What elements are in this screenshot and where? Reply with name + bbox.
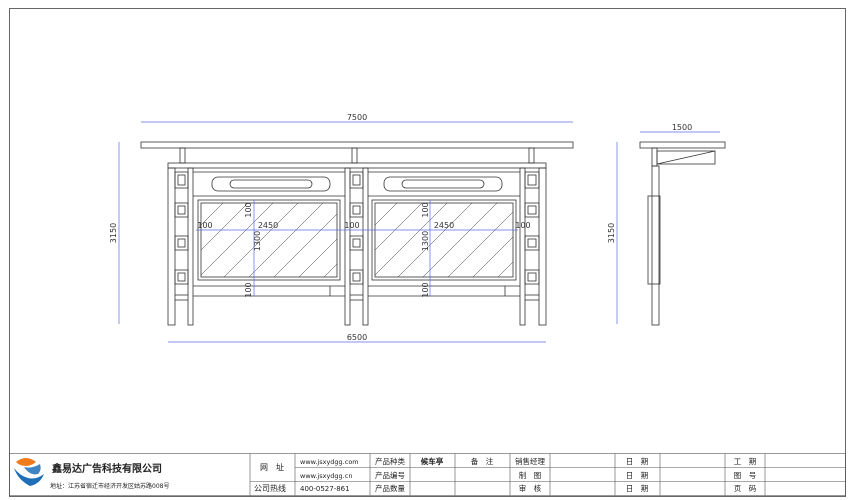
company-name: 鑫易达广告科技有限公司 (51, 462, 162, 475)
label-hotline: 公司热线 (254, 483, 286, 493)
dim-panel-height-right: 1300 (421, 231, 430, 251)
value-website-1: www.jsxydgg.com (300, 458, 359, 466)
side-elevation (639, 141, 726, 326)
lattice-mid (349, 171, 364, 301)
label-website: 网 址 (260, 462, 284, 472)
lattice-right (524, 171, 540, 301)
dim-panel-width-right: 2450 (434, 221, 454, 230)
value-hotline: 400-0527-861 (300, 485, 350, 493)
label-date-2: 日 期 (626, 471, 649, 480)
dim-100-top-right: 100 (421, 202, 430, 217)
column (187, 167, 194, 326)
label-product-code: 产品编号 (375, 470, 405, 480)
dim-panel-height-left: 1300 (253, 231, 262, 251)
value-website-2: www.jsxydgg.cn (300, 472, 352, 480)
dim-100-left: 100 (197, 221, 212, 230)
front-elevation (140, 141, 574, 326)
label-drafting: 制 图 (519, 470, 542, 480)
dim-100-top-left: 100 (244, 202, 253, 217)
column (519, 167, 526, 326)
dim-100-bottom-right: 100 (421, 282, 430, 297)
glass-hatch-left (200, 202, 338, 278)
drawing-sheet: 7500 6500 3150 2450 2450 1300 1300 100 1… (9, 8, 846, 497)
dim-bottom-width: 6500 (347, 333, 367, 342)
value-product-type: 候车亭 (421, 456, 444, 466)
column (538, 167, 547, 326)
column (167, 167, 176, 326)
column (344, 167, 351, 326)
label-product-qty: 产品数量 (375, 483, 405, 493)
glass-hatch-right (374, 202, 514, 278)
company-address: 地址：江苏省宿迁市经济开发区姑苏路008号 (50, 482, 169, 490)
lattice-left (174, 171, 189, 301)
dim-top-width: 7500 (347, 113, 367, 122)
label-product-type: 产品种类 (375, 456, 405, 466)
label-page-no: 页 码 (734, 484, 757, 493)
top-post (528, 147, 535, 164)
sheet-border (9, 8, 846, 497)
label-review: 审 核 (519, 483, 542, 493)
dim-100-mid: 100 (344, 221, 359, 230)
dimension-lines (118, 121, 720, 343)
top-post (351, 147, 358, 164)
dim-front-height: 3150 (109, 223, 118, 243)
company-logo (14, 458, 44, 486)
frame-left (193, 171, 345, 297)
label-remark: 备 注 (471, 456, 494, 466)
label-date-1: 日 期 (626, 457, 649, 466)
dim-100-right: 100 (515, 221, 530, 230)
roof-slab (140, 141, 574, 149)
top-post (179, 147, 186, 164)
label-drawing-no: 图 号 (734, 471, 757, 480)
label-date-3: 日 期 (626, 484, 649, 493)
label-job-no: 工 期 (734, 457, 757, 466)
dim-side-width: 1500 (672, 123, 692, 132)
label-sales-manager: 销售经理 (515, 456, 545, 466)
column (362, 167, 369, 326)
top-beam (167, 162, 547, 169)
dim-100-bottom-left: 100 (244, 282, 253, 297)
dim-side-height: 3150 (607, 223, 616, 243)
dim-panel-width-left: 2450 (258, 221, 278, 230)
